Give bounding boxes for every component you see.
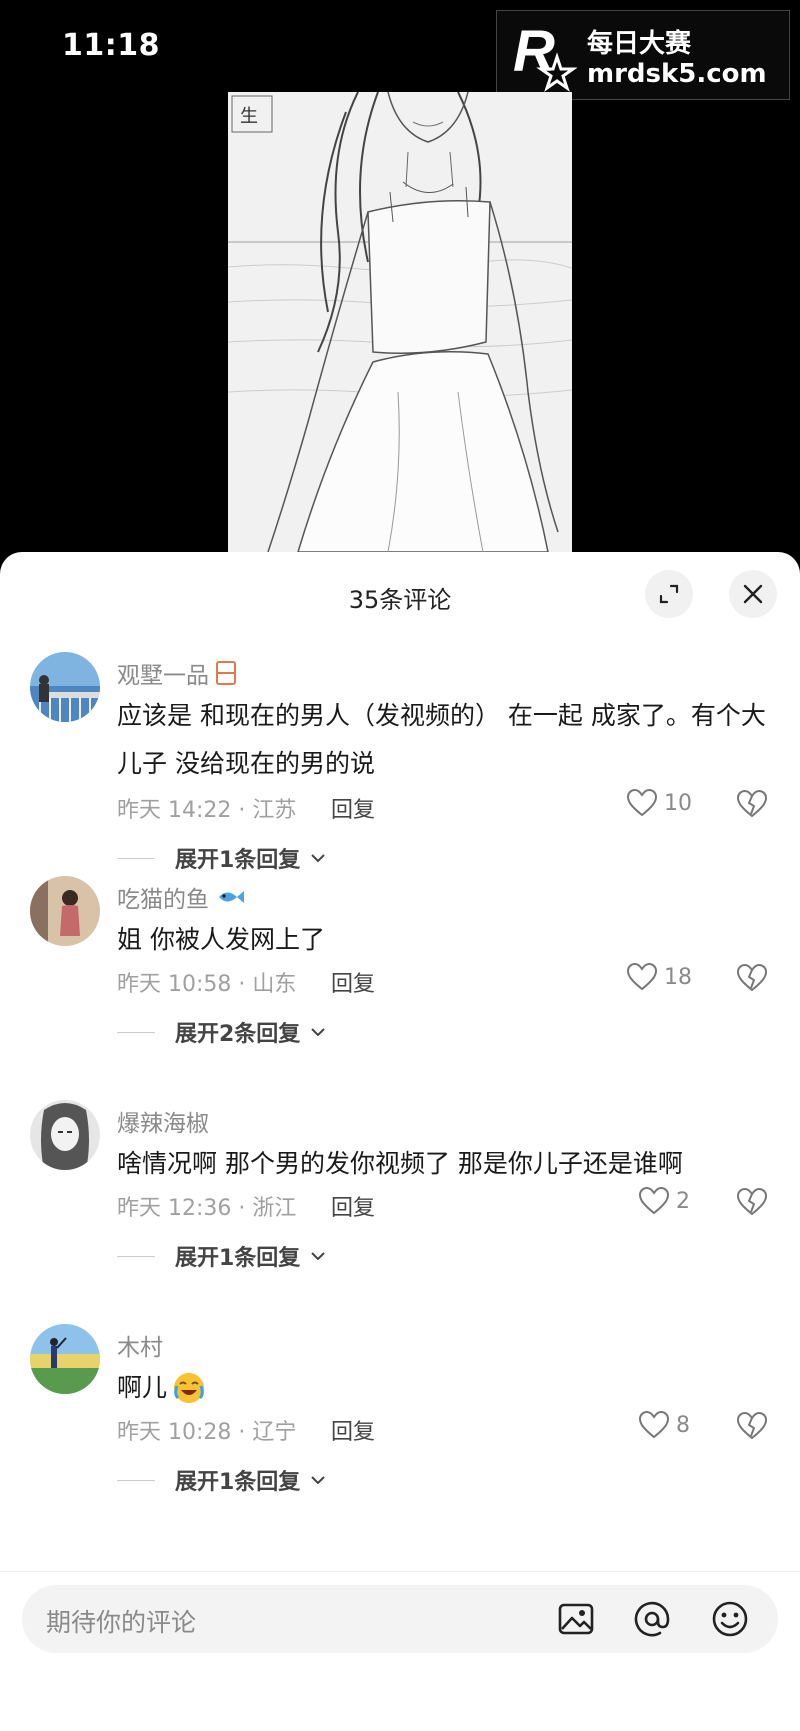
badge-icon <box>216 661 236 685</box>
watermark-logo: R 每日大赛 mrdsk5.com <box>496 10 790 100</box>
expand-replies-button[interactable]: 展开1条回复 <box>117 1240 326 1272</box>
comment-meta: 昨天 10:28 · 辽宁 <box>117 1420 297 1445</box>
heart-icon <box>638 1410 670 1439</box>
username-text: 吃猫的鱼 <box>117 887 209 913</box>
expand-replies-label: 展开1条回复 <box>175 848 301 873</box>
avatar[interactable] <box>30 652 100 722</box>
svg-text:生: 生 <box>240 106 258 127</box>
username-text: 木村 <box>117 1335 163 1361</box>
expand-replies-button[interactable]: 展开1条回复 <box>117 1464 326 1496</box>
expand-sheet-button[interactable] <box>645 570 693 618</box>
watermark-r-star-icon: R <box>513 19 577 92</box>
comment-meta: 昨天 10:58 · 山东 <box>117 972 297 997</box>
heart-icon <box>638 1186 670 1215</box>
like-button[interactable]: 2 <box>638 1186 690 1216</box>
emoji-icon[interactable] <box>710 1599 750 1639</box>
like-count: 18 <box>664 964 692 990</box>
comment-text: 啊儿 <box>117 1373 168 1402</box>
chevron-down-icon <box>311 1252 326 1261</box>
fish-emoji-icon <box>219 891 244 903</box>
username-text: 爆辣海椒 <box>117 1111 209 1137</box>
broken-heart-icon[interactable] <box>736 788 768 820</box>
avatar[interactable] <box>30 1100 100 1170</box>
reply-button[interactable]: 回复 <box>331 1190 375 1222</box>
expand-replies-label: 展开1条回复 <box>175 1470 301 1495</box>
comment-item: 观墅一品 应该是 和现在的男人（发视频的） 在一起 成家了。有个大儿子 没给现在… <box>0 652 800 873</box>
video-player[interactable]: 11:18 R 每日大赛 mrdsk5.com 生 <box>0 0 800 560</box>
watermark-title: 每日大赛 <box>587 29 692 59</box>
like-button[interactable]: 18 <box>626 962 692 992</box>
comment-meta: 昨天 12:36 · 浙江 <box>117 1196 297 1221</box>
comment-meta: 昨天 14:22 · 江苏 <box>117 798 297 823</box>
reply-button[interactable]: 回复 <box>331 1414 375 1446</box>
expand-divider <box>117 1479 155 1481</box>
expand-divider <box>117 1255 155 1257</box>
chevron-down-icon <box>311 1028 326 1037</box>
at-icon[interactable] <box>632 1599 672 1639</box>
comment-item: 木村 啊儿 昨天 10:28 · 辽宁 回复 8 展开1条回复 <box>0 1324 800 1504</box>
reply-button[interactable]: 回复 <box>331 966 375 998</box>
expand-replies-label: 展开2条回复 <box>175 1022 301 1047</box>
comment-sheet: 35条评论 观墅一品 应该是 和现在的男人（发视频的） 在一起 成家了。有个大儿… <box>0 552 800 1731</box>
reply-button[interactable]: 回复 <box>331 792 375 824</box>
comment-text-row: 啊儿 <box>117 1364 777 1412</box>
avatar[interactable] <box>30 1324 100 1394</box>
watermark-url: mrdsk5.com <box>587 59 767 89</box>
expand-replies-label: 展开1条回复 <box>175 1246 301 1271</box>
close-icon <box>743 584 763 604</box>
comment-item: 吃猫的鱼 姐 你被人发网上了 昨天 10:58 · 山东 回复 18 展开2条回… <box>0 876 800 1056</box>
chevron-down-icon <box>311 1476 326 1485</box>
heart-icon <box>626 962 658 991</box>
comment-username[interactable]: 爆辣海椒 <box>117 1104 209 1138</box>
close-sheet-button[interactable] <box>729 570 777 618</box>
comment-username[interactable]: 观墅一品 <box>117 656 237 690</box>
like-button[interactable]: 8 <box>638 1410 690 1440</box>
like-button[interactable]: 10 <box>626 788 692 818</box>
comment-text: 应该是 和现在的男人（发视频的） 在一起 成家了。有个大儿子 没给现在的男的说 <box>117 701 766 778</box>
comment-username[interactable]: 吃猫的鱼 <box>117 880 245 914</box>
image-icon[interactable] <box>556 1599 596 1639</box>
broken-heart-icon[interactable] <box>736 962 768 994</box>
expand-divider <box>117 1031 155 1033</box>
crying-laugh-emoji-icon <box>174 1373 205 1403</box>
status-bar-time: 11:18 <box>62 28 160 63</box>
expand-replies-button[interactable]: 展开1条回复 <box>117 842 326 874</box>
comment-text: 姐 你被人发网上了 <box>117 925 325 954</box>
broken-heart-icon[interactable] <box>736 1186 768 1218</box>
expand-divider <box>117 857 155 859</box>
comment-input-placeholder: 期待你的评论 <box>46 1608 197 1637</box>
chevron-down-icon <box>311 854 326 863</box>
comment-username[interactable]: 木村 <box>117 1328 163 1362</box>
like-count: 10 <box>664 790 692 816</box>
broken-heart-icon[interactable] <box>736 1410 768 1442</box>
heart-icon <box>626 788 658 817</box>
comment-item: 爆辣海椒 啥情况啊 那个男的发你视频了 那是你儿子还是谁啊 昨天 12:36 ·… <box>0 1100 800 1280</box>
comment-input[interactable]: 期待你的评论 <box>22 1585 778 1653</box>
comment-text: 啥情况啊 那个男的发你视频了 那是你儿子还是谁啊 <box>117 1149 683 1178</box>
input-divider <box>0 1571 800 1572</box>
like-count: 2 <box>676 1188 690 1214</box>
expand-icon <box>659 584 679 604</box>
expand-replies-button[interactable]: 展开2条回复 <box>117 1016 326 1048</box>
like-count: 8 <box>676 1412 690 1438</box>
username-text: 观墅一品 <box>117 663 209 689</box>
video-frame-sketch: 生 <box>228 92 572 552</box>
avatar[interactable] <box>30 876 100 946</box>
